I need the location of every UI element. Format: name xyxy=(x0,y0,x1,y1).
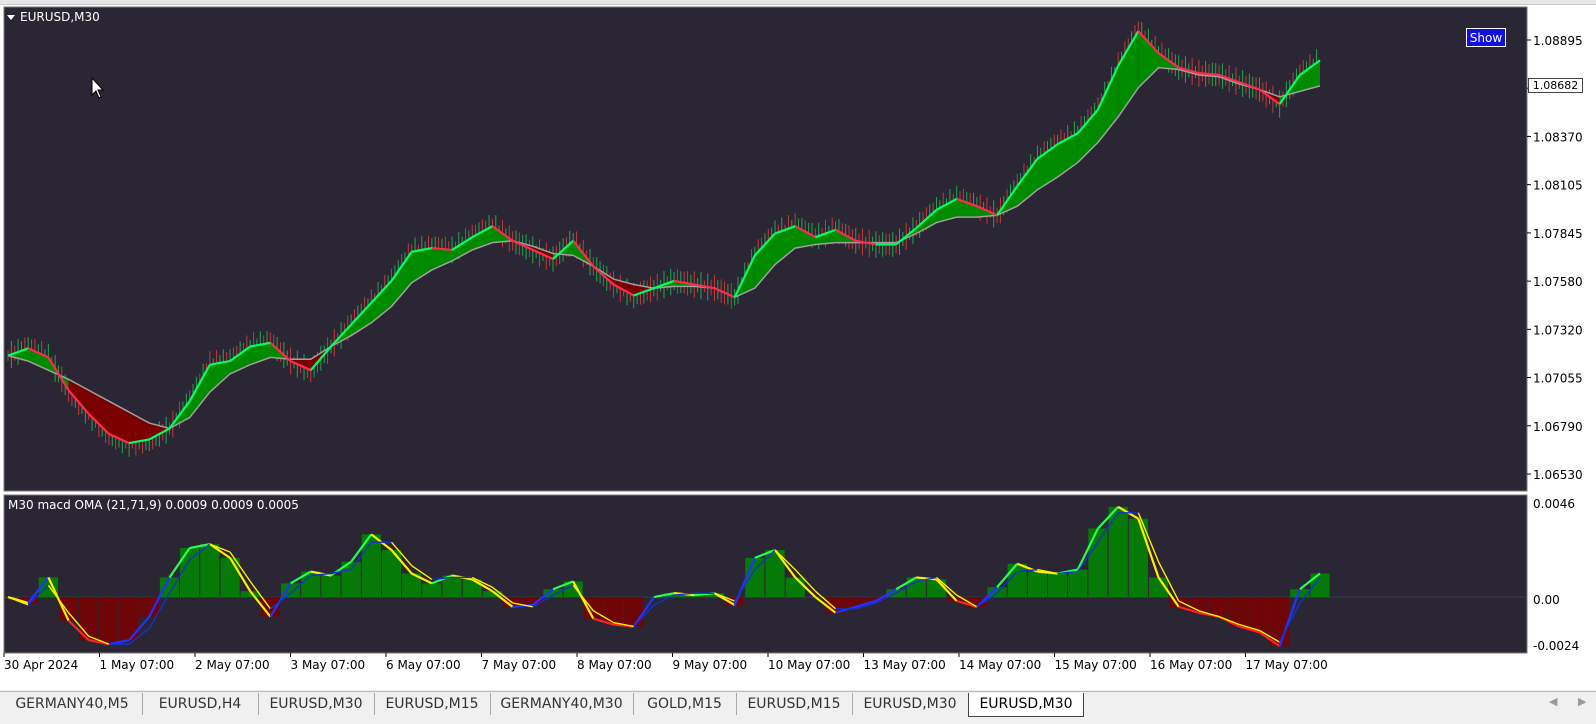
macd-histogram-bar xyxy=(785,577,805,598)
macd-histogram-bar xyxy=(139,597,159,617)
time-tick-label: 10 May 07:00 xyxy=(768,658,850,672)
time-tick-label: 16 May 07:00 xyxy=(1150,658,1232,672)
chart-canvas[interactable]: 1.088951.086301.083701.081051.078451.075… xyxy=(0,5,1596,690)
time-tick-label: 1 May 07:00 xyxy=(100,658,175,672)
price-tick-label: 1.08895 xyxy=(1533,34,1583,48)
chart-tabs-bar: GERMANY40,M5 EURUSD,H4 EURUSD,M30 EURUSD,M1… xyxy=(0,691,1596,724)
chart-tab[interactable]: EURUSD,M30 xyxy=(968,693,1084,717)
macd-histogram-bar xyxy=(1209,597,1229,617)
scroll-right-icon[interactable]: ▶ xyxy=(1578,695,1586,708)
price-tick-label: 1.08370 xyxy=(1533,130,1583,144)
indicator-label: M30 macd OMA (21,71,9) 0.0009 0.0009 0.0… xyxy=(8,498,299,512)
macd-histogram-bar xyxy=(926,579,947,598)
macd-histogram-bar xyxy=(220,557,240,598)
macd-histogram-bar xyxy=(1108,506,1128,598)
window-title: EURUSD,M30 xyxy=(20,10,100,24)
time-tick-label: 6 May 07:00 xyxy=(386,658,461,672)
macd-histogram-bar xyxy=(1068,569,1088,598)
price-tick-label: 1.08105 xyxy=(1533,179,1583,193)
chart-tab[interactable]: EURUSD,M30 xyxy=(852,693,969,715)
macd-histogram-bar xyxy=(1249,597,1270,633)
chart-tab[interactable]: EURUSD,H4 xyxy=(142,693,259,715)
scroll-left-icon[interactable]: ◀ xyxy=(1549,695,1557,708)
indicator-tick-label: -0.0024 xyxy=(1533,639,1579,653)
chart-tab[interactable]: GOLD,M15 xyxy=(633,693,737,715)
time-tick-label: 30 Apr 2024 xyxy=(4,658,78,672)
price-tick-label: 1.07320 xyxy=(1533,323,1583,337)
chart-tab[interactable]: EURUSD,M15 xyxy=(736,693,853,715)
price-tick-label: 1.07580 xyxy=(1533,275,1583,289)
price-tick-label: 1.06530 xyxy=(1533,468,1583,482)
current-price-label: 1.08682 xyxy=(1528,78,1583,93)
macd-histogram-bar xyxy=(1088,528,1108,598)
indicator-tick-label: 0.0046 xyxy=(1533,497,1575,511)
time-tick-label: 2 May 07:00 xyxy=(195,658,270,672)
time-tick-label: 7 May 07:00 xyxy=(482,658,557,672)
macd-histogram-bar xyxy=(200,544,220,598)
chart-tab[interactable]: EURUSD,M15 xyxy=(374,693,491,715)
price-tick-label: 1.06790 xyxy=(1533,420,1583,434)
time-tick-label: 13 May 07:00 xyxy=(864,658,946,672)
indicator-tick-label: 0.00 xyxy=(1533,593,1560,607)
price-tick-label: 1.07845 xyxy=(1533,227,1583,241)
macd-histogram-bar xyxy=(321,575,341,598)
macd-histogram-bar xyxy=(1007,563,1027,598)
show-button[interactable]: Show xyxy=(1466,28,1506,47)
time-tick-label: 3 May 07:00 xyxy=(291,658,366,672)
macd-histogram-bar xyxy=(624,597,644,627)
time-tick-label: 14 May 07:00 xyxy=(959,658,1041,672)
chart-tab[interactable]: GERMANY40,M5 xyxy=(2,693,143,715)
chart-tab[interactable]: GERMANY40,M30 xyxy=(490,693,634,715)
chart-window[interactable]: 1.088951.086301.083701.081051.078451.075… xyxy=(0,5,1596,690)
macd-histogram-bar xyxy=(422,583,442,598)
time-tick-label: 15 May 07:00 xyxy=(1055,658,1137,672)
time-tick-label: 17 May 07:00 xyxy=(1246,658,1328,672)
macd-histogram-bar xyxy=(99,597,119,645)
macd-histogram-bar xyxy=(1027,571,1048,598)
time-tick-label: 8 May 07:00 xyxy=(577,658,652,672)
chart-tab[interactable]: EURUSD,M30 xyxy=(258,693,375,715)
macd-histogram-bar xyxy=(603,597,624,625)
time-tick-label: 9 May 07:00 xyxy=(673,658,748,672)
price-tick-label: 1.07055 xyxy=(1533,372,1583,386)
macd-histogram-bar xyxy=(1048,573,1068,598)
